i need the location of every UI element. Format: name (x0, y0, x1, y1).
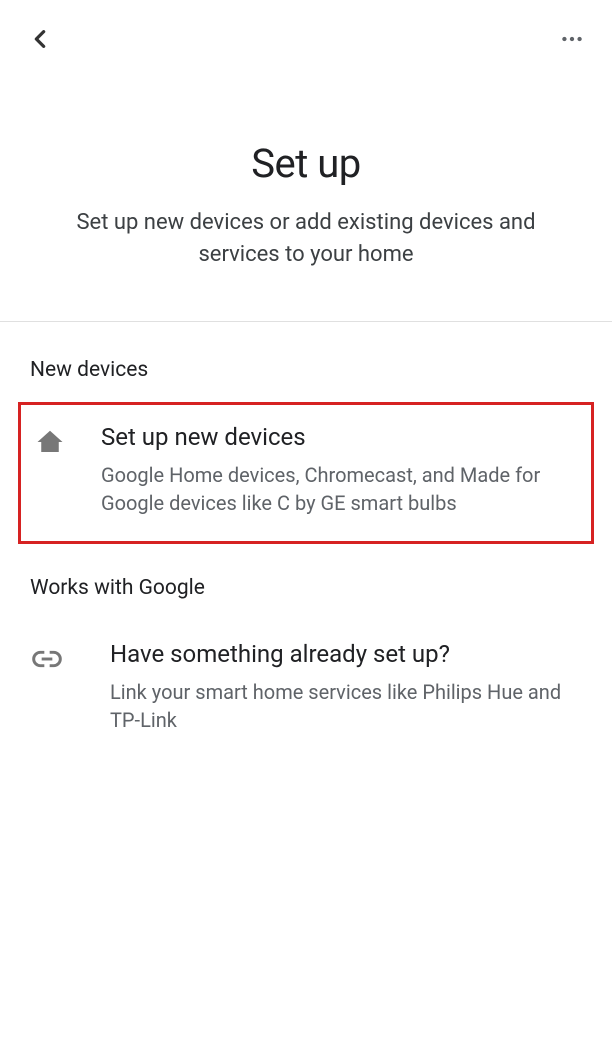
section-label-works-with-google: Works with Google (0, 558, 612, 620)
list-item-setup-new-devices[interactable]: Set up new devices Google Home devices, … (18, 402, 594, 544)
list-item-description: Google Home devices, Chromecast, and Mad… (101, 461, 579, 517)
page-title: Set up (40, 140, 572, 187)
top-bar (0, 0, 612, 60)
list-item-title: Set up new devices (101, 423, 579, 451)
more-options-button[interactable] (556, 23, 588, 55)
list-item-description: Link your smart home services like Phili… (110, 678, 582, 734)
list-item-body: Set up new devices Google Home devices, … (101, 423, 579, 517)
list-item-works-with-google[interactable]: Have something already set up? Link your… (0, 620, 612, 758)
list-item-body: Have something already set up? Link your… (110, 640, 582, 734)
back-button[interactable] (24, 23, 56, 55)
link-icon (30, 642, 64, 676)
page-header: Set up Set up new devices or add existin… (0, 60, 612, 321)
section-label-new-devices: New devices (0, 322, 612, 402)
page-subtitle: Set up new devices or add existing devic… (40, 207, 572, 271)
more-horizontal-icon (559, 26, 585, 52)
list-item-title: Have something already set up? (110, 640, 582, 668)
chevron-left-icon (29, 28, 51, 50)
home-icon (33, 425, 67, 459)
